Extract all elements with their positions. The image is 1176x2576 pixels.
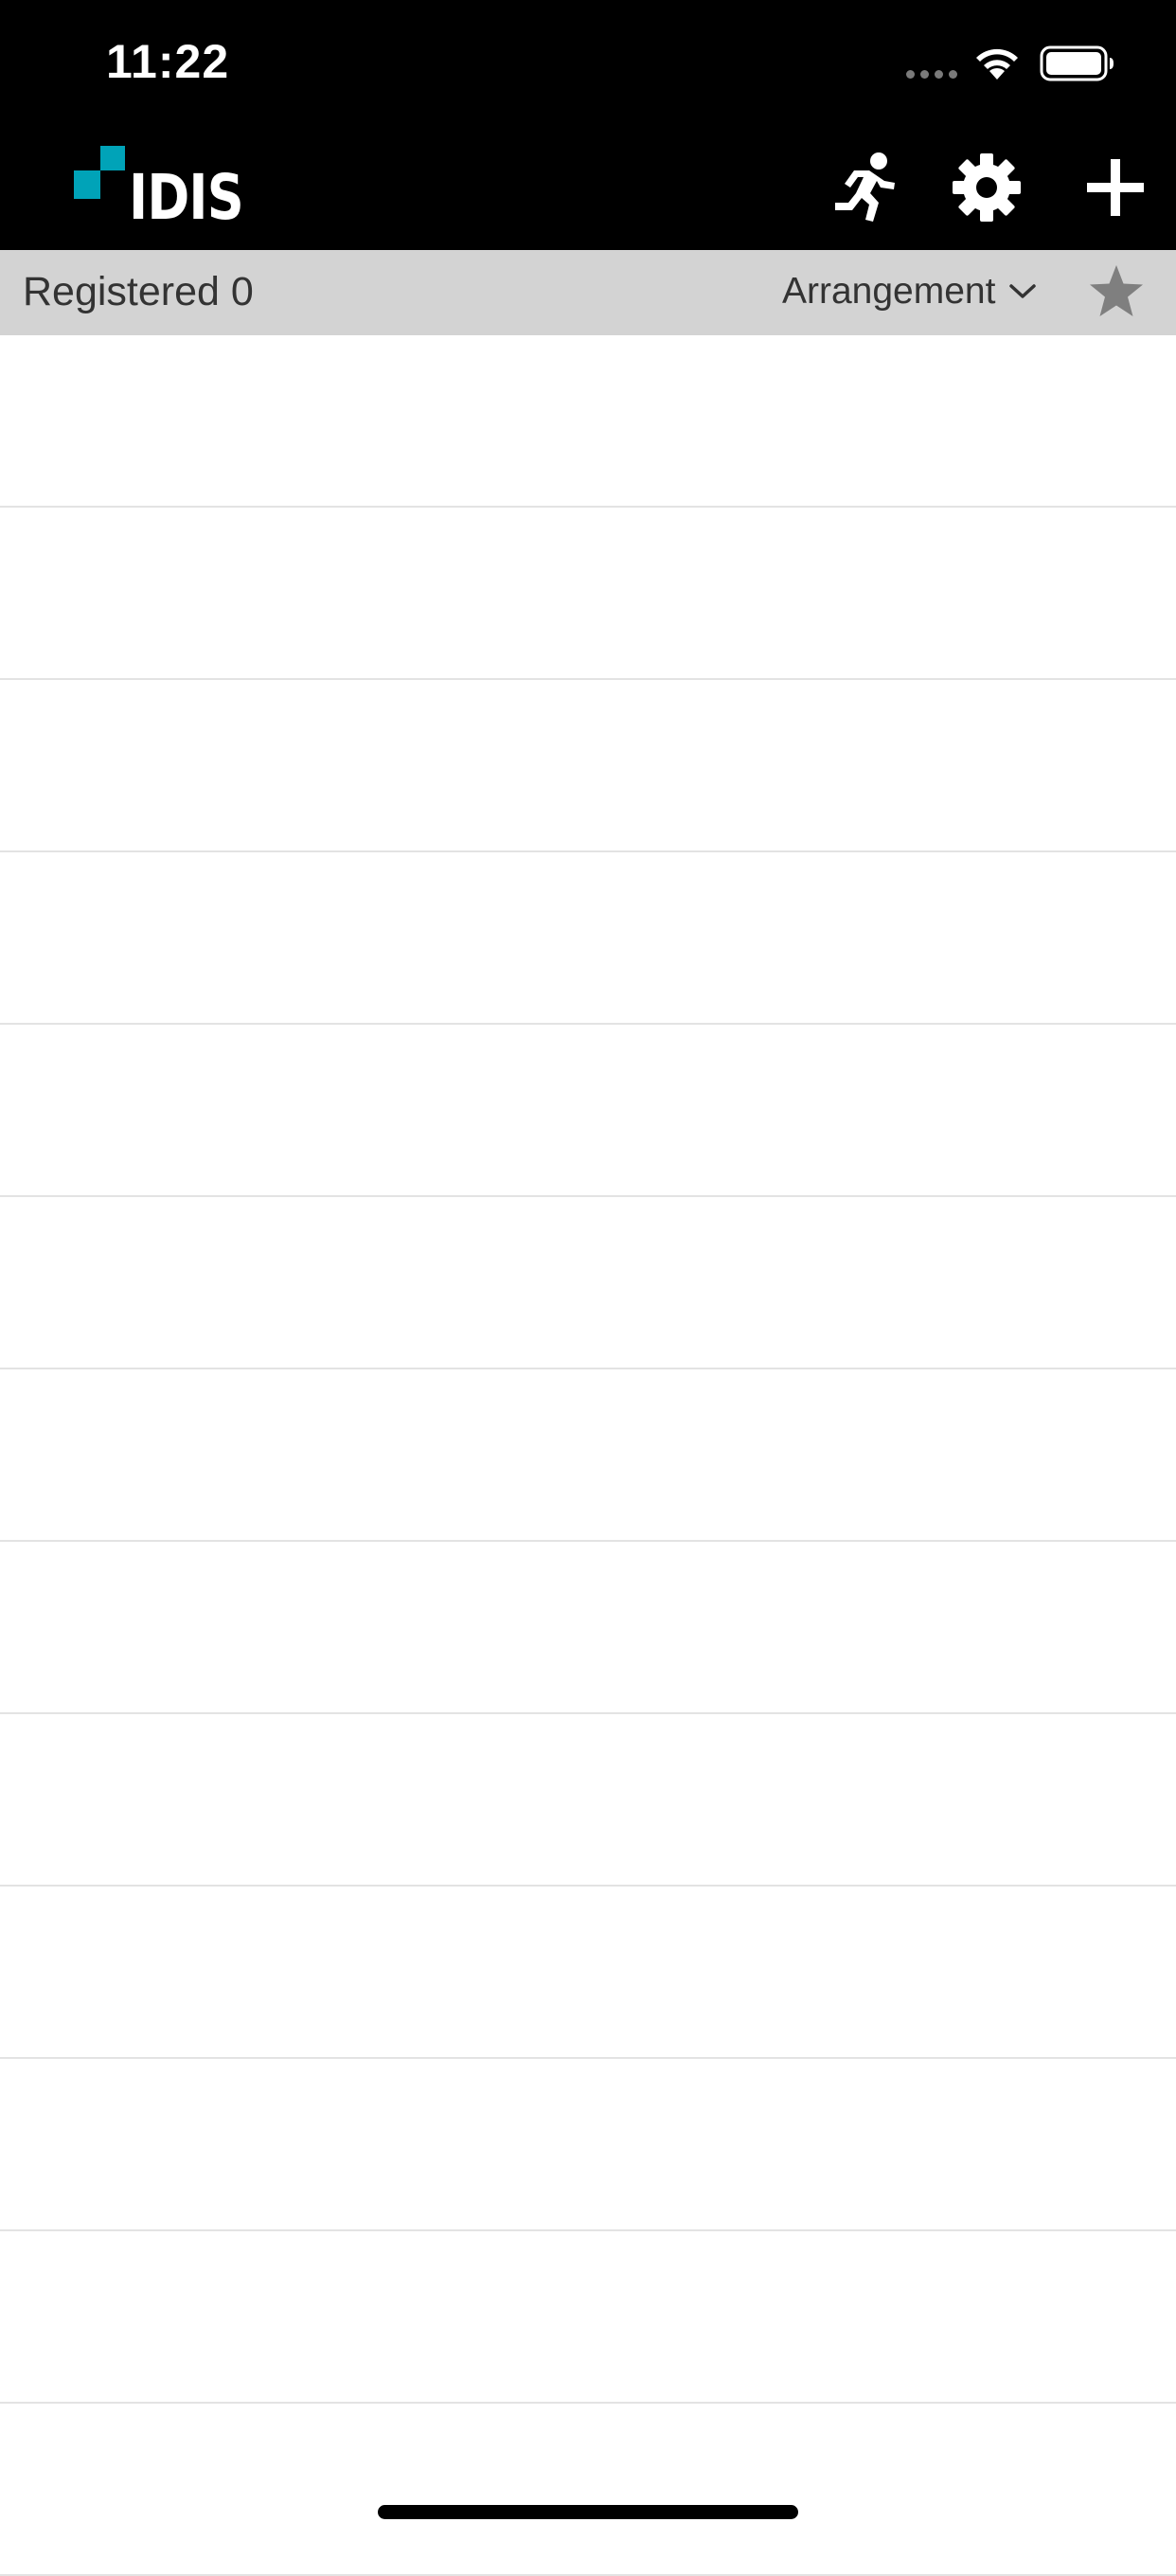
arrangement-dropdown[interactable]: Arrangement bbox=[782, 271, 1037, 313]
list-item bbox=[0, 2231, 1176, 2404]
list-item bbox=[0, 335, 1176, 508]
list-item bbox=[0, 2059, 1176, 2231]
logo-mark-icon bbox=[100, 146, 125, 170]
registered-count: Registered 0 bbox=[23, 269, 254, 314]
list-item bbox=[0, 2404, 1176, 2576]
status-bar: 11:22 bbox=[0, 0, 1176, 133]
home-indicator[interactable] bbox=[378, 2505, 798, 2519]
running-person-button[interactable] bbox=[826, 148, 905, 227]
plus-icon bbox=[1087, 159, 1144, 216]
list-item bbox=[0, 1025, 1176, 1197]
settings-button[interactable] bbox=[947, 148, 1026, 227]
add-device-button[interactable] bbox=[1076, 148, 1155, 227]
star-icon bbox=[1090, 265, 1143, 316]
app-header: IDIS bbox=[0, 133, 1176, 250]
list-item bbox=[0, 1542, 1176, 1714]
gear-icon bbox=[953, 153, 1021, 222]
favorite-filter-button[interactable] bbox=[1087, 263, 1146, 325]
wifi-icon bbox=[971, 44, 1023, 86]
cellular-signal-icon bbox=[906, 70, 957, 79]
list-item bbox=[0, 1887, 1176, 2059]
device-list bbox=[0, 335, 1176, 2576]
battery-icon bbox=[1040, 45, 1115, 86]
logo-mark-icon bbox=[74, 170, 100, 199]
list-item bbox=[0, 680, 1176, 852]
chevron-down-icon bbox=[1009, 284, 1037, 298]
arrangement-label: Arrangement bbox=[782, 271, 996, 312]
list-item bbox=[0, 852, 1176, 1025]
list-item bbox=[0, 1197, 1176, 1369]
idis-logo: IDIS bbox=[74, 146, 263, 241]
device-toolbar: Registered 0 Arrangement bbox=[0, 250, 1176, 335]
logo-text: IDIS bbox=[129, 161, 244, 234]
running-person-icon bbox=[835, 152, 895, 222]
list-item bbox=[0, 1714, 1176, 1887]
status-time: 11:22 bbox=[106, 35, 230, 88]
list-item bbox=[0, 508, 1176, 680]
list-item bbox=[0, 1369, 1176, 1542]
